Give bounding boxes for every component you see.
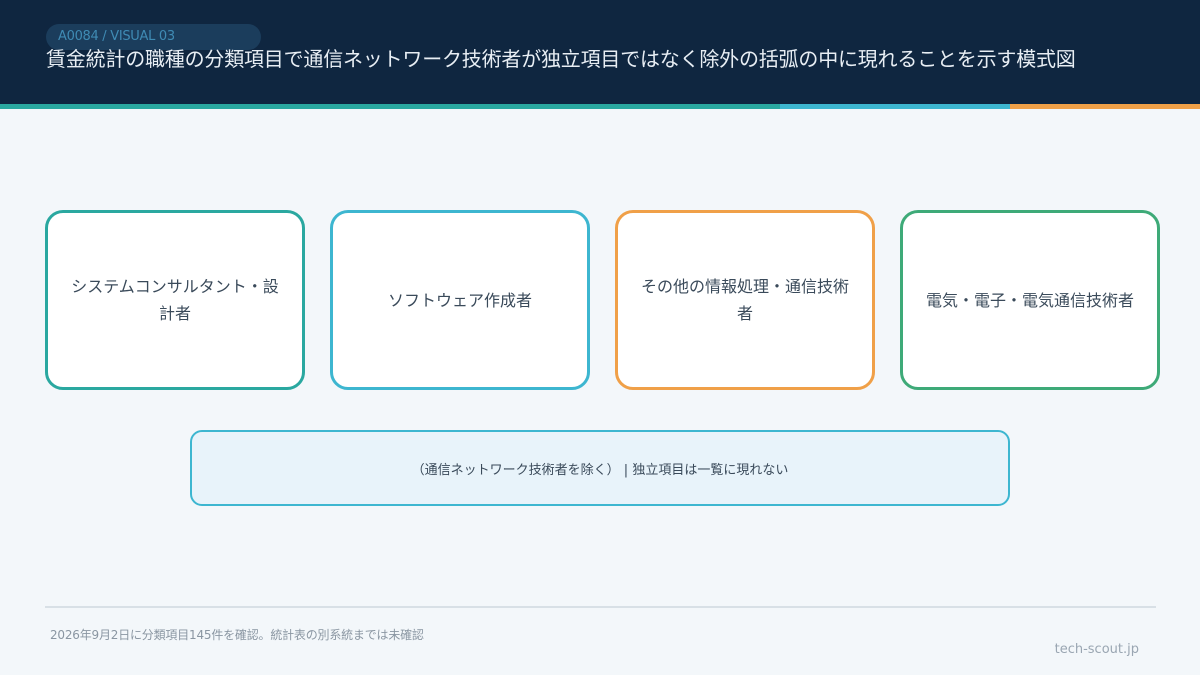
- category-card-software-developer: ソフトウェア作成者: [330, 210, 590, 390]
- footer-brand: tech-scout.jp: [1054, 642, 1139, 657]
- accent-segment-cyan: [780, 104, 1010, 109]
- footer-divider: [45, 606, 1156, 608]
- category-label: 電気・電子・電気通信技術者: [925, 290, 1134, 310]
- category-label: システムコンサルタント・設計者: [71, 277, 279, 323]
- category-label: その他の情報処理・通信技術者: [640, 277, 849, 323]
- exclusion-note-box: （通信ネットワーク技術者を除く） | 独立項目は一覧に現れない: [190, 430, 1010, 506]
- exclusion-note-text: （通信ネットワーク技術者を除く） | 独立項目は一覧に現れない: [411, 462, 789, 478]
- page-title: 賃金統計の職種の分類項目で通信ネットワーク技術者が独立項目ではなく除外の括弧の中…: [46, 47, 1076, 71]
- header-banner: A0084 / VISUAL 03 賃金統計の職種の分類項目で通信ネットワーク技…: [0, 0, 1200, 104]
- accent-bar: [0, 104, 1200, 109]
- category-card-other-it-engineer: その他の情報処理・通信技術者: [615, 210, 875, 390]
- category-label: ソフトウェア作成者: [387, 290, 532, 310]
- footer-note: 2026年9月2日に分類項目145件を確認。統計表の別系統までは未確認: [50, 628, 424, 642]
- accent-segment-teal: [0, 104, 780, 109]
- accent-segment-orange: [1010, 104, 1200, 109]
- category-card-system-consultant: システムコンサルタント・設計者: [45, 210, 305, 390]
- category-card-electrical-engineer: 電気・電子・電気通信技術者: [900, 210, 1160, 390]
